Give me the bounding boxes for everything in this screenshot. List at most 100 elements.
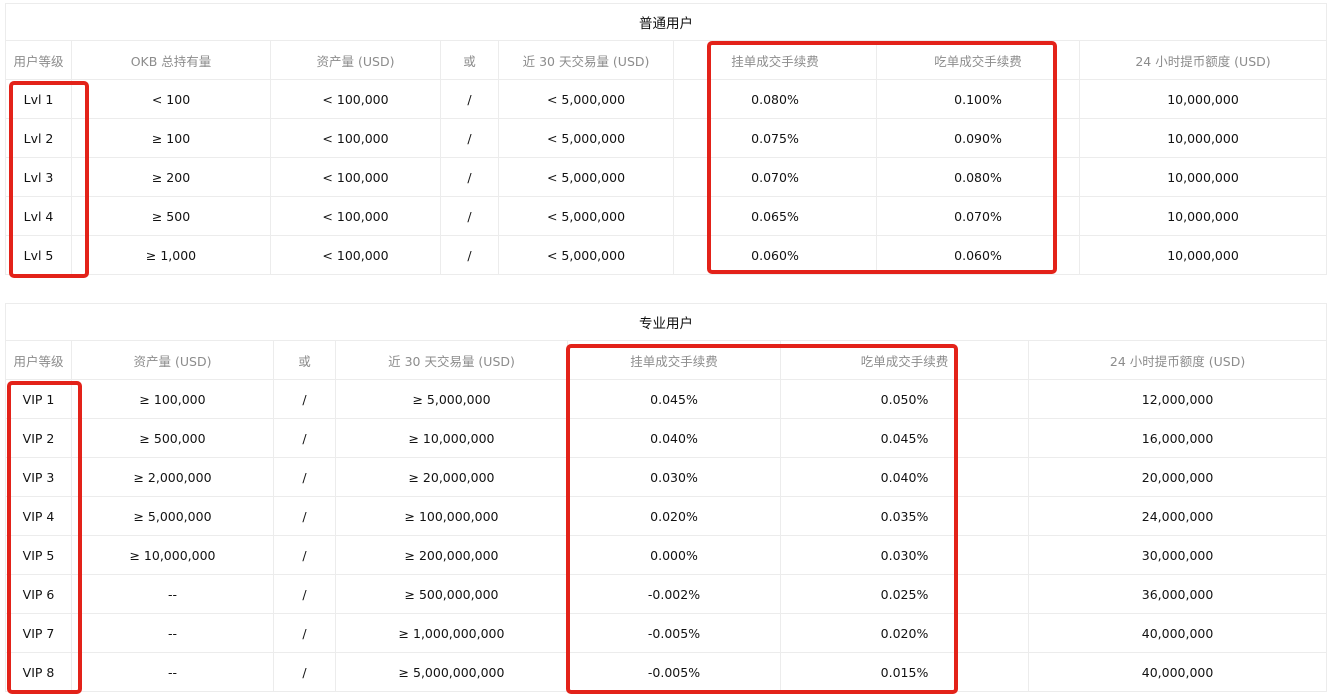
cell-taker-fee: 0.030% <box>780 535 1029 575</box>
cell-maker-fee: 0.065% <box>673 196 877 236</box>
cell-taker-fee: 0.025% <box>780 574 1029 614</box>
cell-withdrawal-limit: 40,000,000 <box>1027 613 1328 653</box>
header-user-level: 用户等级 <box>5 340 72 380</box>
cell-level: Lvl 4 <box>5 196 72 236</box>
cell-asset-amount: < 100,000 <box>270 118 441 158</box>
header-withdrawal-limit: 24 小时提币额度 (USD) <box>1079 40 1327 80</box>
standard-header-row: 用户等级 OKB 总持有量 资产量 (USD) 或近 30 天交易量 (USD) 挂单成… <box>5 40 1327 80</box>
cell-withdrawal-limit: 36,000,000 <box>1027 574 1328 614</box>
cell-asset-amount: < 100,000 <box>270 79 441 119</box>
cell-taker-fee: 0.035% <box>780 496 1029 536</box>
cell-taker-fee: 0.045% <box>780 418 1029 458</box>
cell-taker-fee: 0.080% <box>876 157 1080 197</box>
table-row: VIP 1 ≥ 100,000/≥ 5,000,000 0.045% 0.050% 12… <box>5 379 1328 419</box>
cell-okb-holding: ≥ 1,000 <box>71 235 271 275</box>
cell-asset-amount: -- <box>71 652 274 692</box>
cell-maker-fee: -0.005% <box>567 652 781 692</box>
table-row: VIP 6 -- / ≥ 500,000,000 -0.002% 0.025% 36,000… <box>5 574 1328 614</box>
cell-or: / <box>273 574 336 614</box>
header-maker-fee: 挂单成交手续费 <box>567 340 781 380</box>
header-30d-volume: 近 30 天交易量 (USD) <box>335 340 568 380</box>
cell-asset-amount: ≥ 100,000 <box>71 379 274 419</box>
cell-level: VIP 2 <box>5 418 72 458</box>
cell-okb-holding: ≥ 500 <box>71 196 271 236</box>
cell-level: Lvl 5 <box>5 235 72 275</box>
professional-header-row: 用户等级 资产量 (USD) 或近 30 天交易量 (USD) 挂单成交手续费 吃单成交… <box>5 340 1328 380</box>
cell-maker-fee: 0.000% <box>567 535 781 575</box>
cell-or: / <box>440 79 499 119</box>
cell-maker-fee: 0.080% <box>673 79 877 119</box>
cell-level: VIP 8 <box>5 652 72 692</box>
cell-30d-volume: < 5,000,000 <box>498 196 674 236</box>
cell-level: VIP 6 <box>5 574 72 614</box>
cell-30d-volume: < 5,000,000 <box>498 79 674 119</box>
cell-withdrawal-limit: 30,000,000 <box>1027 535 1328 575</box>
cell-level: VIP 3 <box>5 457 72 497</box>
cell-asset-amount: < 100,000 <box>270 235 441 275</box>
header-or: 或 <box>273 340 336 380</box>
cell-30d-volume: ≥ 5,000,000,000 <box>335 652 568 692</box>
cell-maker-fee: 0.030% <box>567 457 781 497</box>
cell-maker-fee: 0.045% <box>567 379 781 419</box>
cell-withdrawal-limit: 20,000,000 <box>1027 457 1328 497</box>
cell-level: Lvl 1 <box>5 79 72 119</box>
cell-30d-volume: ≥ 5,000,000 <box>335 379 568 419</box>
cell-30d-volume: ≥ 500,000,000 <box>335 574 568 614</box>
cell-asset-amount: ≥ 5,000,000 <box>71 496 274 536</box>
header-user-level: 用户等级 <box>5 40 72 80</box>
header-30d-volume: 近 30 天交易量 (USD) <box>498 40 674 80</box>
cell-maker-fee: 0.070% <box>673 157 877 197</box>
cell-or: / <box>273 535 336 575</box>
cell-asset-amount: -- <box>71 574 274 614</box>
cell-okb-holding: < 100 <box>71 79 271 119</box>
cell-30d-volume: ≥ 200,000,000 <box>335 535 568 575</box>
table-row: VIP 5 ≥ 10,000,000/≥ 200,000,000 0.000% 0.0… <box>5 535 1328 575</box>
cell-taker-fee: 0.015% <box>780 652 1029 692</box>
cell-asset-amount: ≥ 500,000 <box>71 418 274 458</box>
header-or: 或 <box>440 40 499 80</box>
cell-okb-holding: ≥ 200 <box>71 157 271 197</box>
cell-asset-amount: < 100,000 <box>270 196 441 236</box>
cell-asset-amount: ≥ 2,000,000 <box>71 457 274 497</box>
cell-taker-fee: 0.070% <box>876 196 1080 236</box>
header-taker-fee: 吃单成交手续费 <box>780 340 1029 380</box>
cell-withdrawal-limit: 10,000,000 <box>1079 196 1327 236</box>
cell-or: / <box>273 457 336 497</box>
cell-level: Lvl 3 <box>5 157 72 197</box>
table-row: Lvl 4 ≥ 500 < 100,000/< 5,000,000 0.065% 0.0… <box>5 196 1327 236</box>
cell-level: VIP 5 <box>5 535 72 575</box>
cell-or: / <box>440 235 499 275</box>
cell-taker-fee: 0.090% <box>876 118 1080 158</box>
table-row: VIP 2 ≥ 500,000/≥ 10,000,000 0.040% 0.045% 1… <box>5 418 1328 458</box>
cell-or: / <box>440 196 499 236</box>
cell-withdrawal-limit: 10,000,000 <box>1079 235 1327 275</box>
cell-maker-fee: 0.075% <box>673 118 877 158</box>
cell-asset-amount: ≥ 10,000,000 <box>71 535 274 575</box>
cell-withdrawal-limit: 10,000,000 <box>1079 118 1327 158</box>
cell-maker-fee: 0.060% <box>673 235 877 275</box>
cell-level: VIP 1 <box>5 379 72 419</box>
cell-maker-fee: -0.002% <box>567 574 781 614</box>
header-taker-fee: 吃单成交手续费 <box>876 40 1080 80</box>
cell-taker-fee: 0.060% <box>876 235 1080 275</box>
table-row: VIP 4 ≥ 5,000,000/≥ 100,000,000 0.020% 0.03… <box>5 496 1328 536</box>
cell-taker-fee: 0.100% <box>876 79 1080 119</box>
cell-taker-fee: 0.050% <box>780 379 1029 419</box>
cell-30d-volume: ≥ 1,000,000,000 <box>335 613 568 653</box>
cell-or: / <box>273 496 336 536</box>
cell-30d-volume: ≥ 20,000,000 <box>335 457 568 497</box>
cell-level: VIP 7 <box>5 613 72 653</box>
cell-level: VIP 4 <box>5 496 72 536</box>
cell-or: / <box>273 613 336 653</box>
professional-section-title: 专业用户 <box>4 303 1328 341</box>
header-okb-holding: OKB 总持有量 <box>71 40 271 80</box>
cell-withdrawal-limit: 12,000,000 <box>1027 379 1328 419</box>
standard-section-title: 普通用户 <box>5 3 1327 41</box>
cell-withdrawal-limit: 24,000,000 <box>1027 496 1328 536</box>
cell-30d-volume: < 5,000,000 <box>498 157 674 197</box>
cell-30d-volume: ≥ 100,000,000 <box>335 496 568 536</box>
table-row: Lvl 3 ≥ 200 < 100,000/< 5,000,000 0.070% 0.0… <box>5 157 1327 197</box>
cell-or: / <box>440 157 499 197</box>
cell-withdrawal-limit: 16,000,000 <box>1027 418 1328 458</box>
cell-30d-volume: ≥ 10,000,000 <box>335 418 568 458</box>
